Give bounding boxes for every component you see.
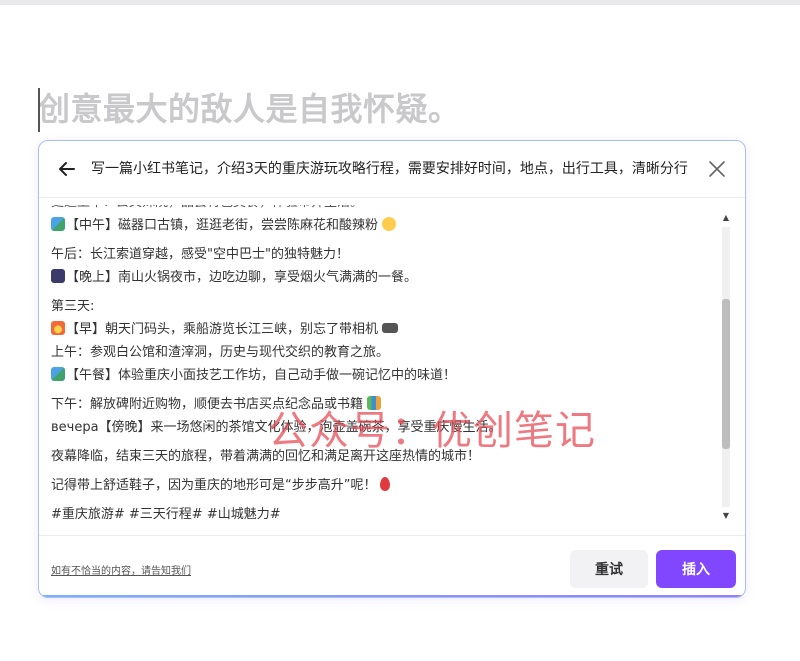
content-line-text: 第三天: — [51, 299, 95, 314]
content-line: 夜幕降临，结束三天的旅程，带着满满的回忆和满足离开这座热情的城市！ — [51, 445, 715, 468]
content-line-text: 下午：解放碑附近购物，顺便去书店买点纪念品或书籍 — [51, 397, 364, 412]
scrollbar-thumb[interactable] — [722, 299, 730, 449]
arrow-left-icon[interactable] — [53, 155, 81, 183]
balloon-icon — [380, 477, 391, 491]
smiley-icon — [382, 217, 397, 231]
scroll-down-icon[interactable]: ▼ — [719, 509, 733, 523]
prompt-text: 写一篇小红书笔记，介绍3天的重庆游玩攻略行程，需要安排好时间，地点，出行工具，清… — [91, 161, 688, 177]
scrollbar-track[interactable] — [722, 227, 730, 507]
content-line: 【早】朝天门码头，乘船游览长江三峡，别忘了带相机 — [51, 318, 715, 341]
content-line-text: 【中午】磁器口古镇，逛逛老街，尝尝陈麻花和酸辣粉 — [66, 218, 379, 233]
content-line-text: 【早】朝天门码头，乘船游览长江三峡，别忘了带相机 — [66, 322, 379, 337]
content-line: #重庆旅游# #三天行程# #山城魅力# — [51, 503, 715, 526]
top-toolbar-strip — [0, 0, 800, 5]
content-line: вечера【傍晚】来一场悠闲的茶馆文化体验，泡壶盖碗茶，享受重庆慢生活。 — [51, 416, 715, 439]
content-line-text: 夜幕降临，结束三天的旅程，带着满满的回忆和满足离开这座热情的城市！ — [51, 449, 481, 464]
content-line: 下午：解放碑附近购物，顺便去书店买点纪念品或书籍 — [51, 393, 715, 416]
insert-button[interactable]: 插入 — [656, 550, 736, 588]
dialog-footer: 如有不恰当的内容，请告知我们 重试 插入 — [39, 535, 745, 597]
content-line-text: вечера【傍晚】来一场悠闲的茶馆文化体验，泡壶盖碗茶，享受重庆慢生活。 — [51, 420, 502, 435]
content-line-text: 记得带上舒适鞋子，因为重庆的地形可是“步步高升”呢！ — [51, 478, 377, 493]
night-city-icon — [51, 269, 65, 283]
books-icon — [367, 396, 382, 410]
sunrise-icon — [51, 321, 65, 335]
close-icon[interactable] — [705, 157, 729, 181]
generated-content: 更适上午：去文殊院，品尝特色美食，体验市井生活。 【中午】磁器口古镇，逛逛老街，… — [51, 205, 715, 527]
content-line-partial: 更适上午：去文殊院，品尝特色美食，体验市井生活。 — [51, 205, 715, 214]
content-line: 上午：参观白公馆和渣滓洞，历史与现代交织的教育之旅。 — [51, 341, 715, 364]
content-line: 【晚上】南山火锅夜市，边吃边聊，享受烟火气满满的一餐。 — [51, 266, 715, 289]
content-line-text: 【晚上】南山火锅夜市，边吃边聊，享受烟火气满满的一餐。 — [66, 270, 418, 285]
ai-writer-dialog: 写一篇小红书笔记，介绍3天的重庆游玩攻略行程，需要安排好时间，地点，出行工具，清… — [38, 140, 746, 598]
picture-icon — [51, 217, 65, 231]
dialog-header: 写一篇小红书笔记，介绍3天的重庆游玩攻略行程，需要安排好时间，地点，出行工具，清… — [39, 141, 745, 198]
retry-button[interactable]: 重试 — [570, 550, 648, 588]
text-cursor — [38, 88, 40, 132]
content-line-text: 【午餐】体验重庆小面技艺工作坊，自己动手做一碗记忆中的味道！ — [66, 368, 457, 383]
content-line-text: 上午：参观白公馆和渣滓洞，历史与现代交织的教育之旅。 — [51, 345, 390, 360]
picture-icon — [51, 367, 65, 381]
content-line: 第三天: — [51, 295, 715, 318]
report-link[interactable]: 如有不恰当的内容，请告知我们 — [51, 562, 191, 577]
scroll-up-icon[interactable]: ▲ — [719, 211, 733, 225]
content-line: 午后：长江索道穿越，感受"空中巴士"的独特魅力！ — [51, 243, 715, 266]
content-line: 记得带上舒适鞋子，因为重庆的地形可是“步步高升”呢！ — [51, 474, 715, 497]
content-line: 【中午】磁器口古镇，逛逛老街，尝尝陈麻花和酸辣粉 — [51, 214, 715, 237]
camera-icon — [382, 323, 399, 333]
content-line: 【午餐】体验重庆小面技艺工作坊，自己动手做一碗记忆中的味道！ — [51, 364, 715, 387]
content-scrollbar[interactable]: ▲ ▼ — [719, 211, 733, 523]
content-line-text: 午后：长江索道穿越，感受"空中巴士"的独特魅力！ — [51, 247, 349, 262]
document-heading[interactable]: 创意最大的敌人是自我怀疑。 — [38, 84, 461, 134]
content-line-text: #重庆旅游# #三天行程# #山城魅力# — [51, 507, 281, 522]
